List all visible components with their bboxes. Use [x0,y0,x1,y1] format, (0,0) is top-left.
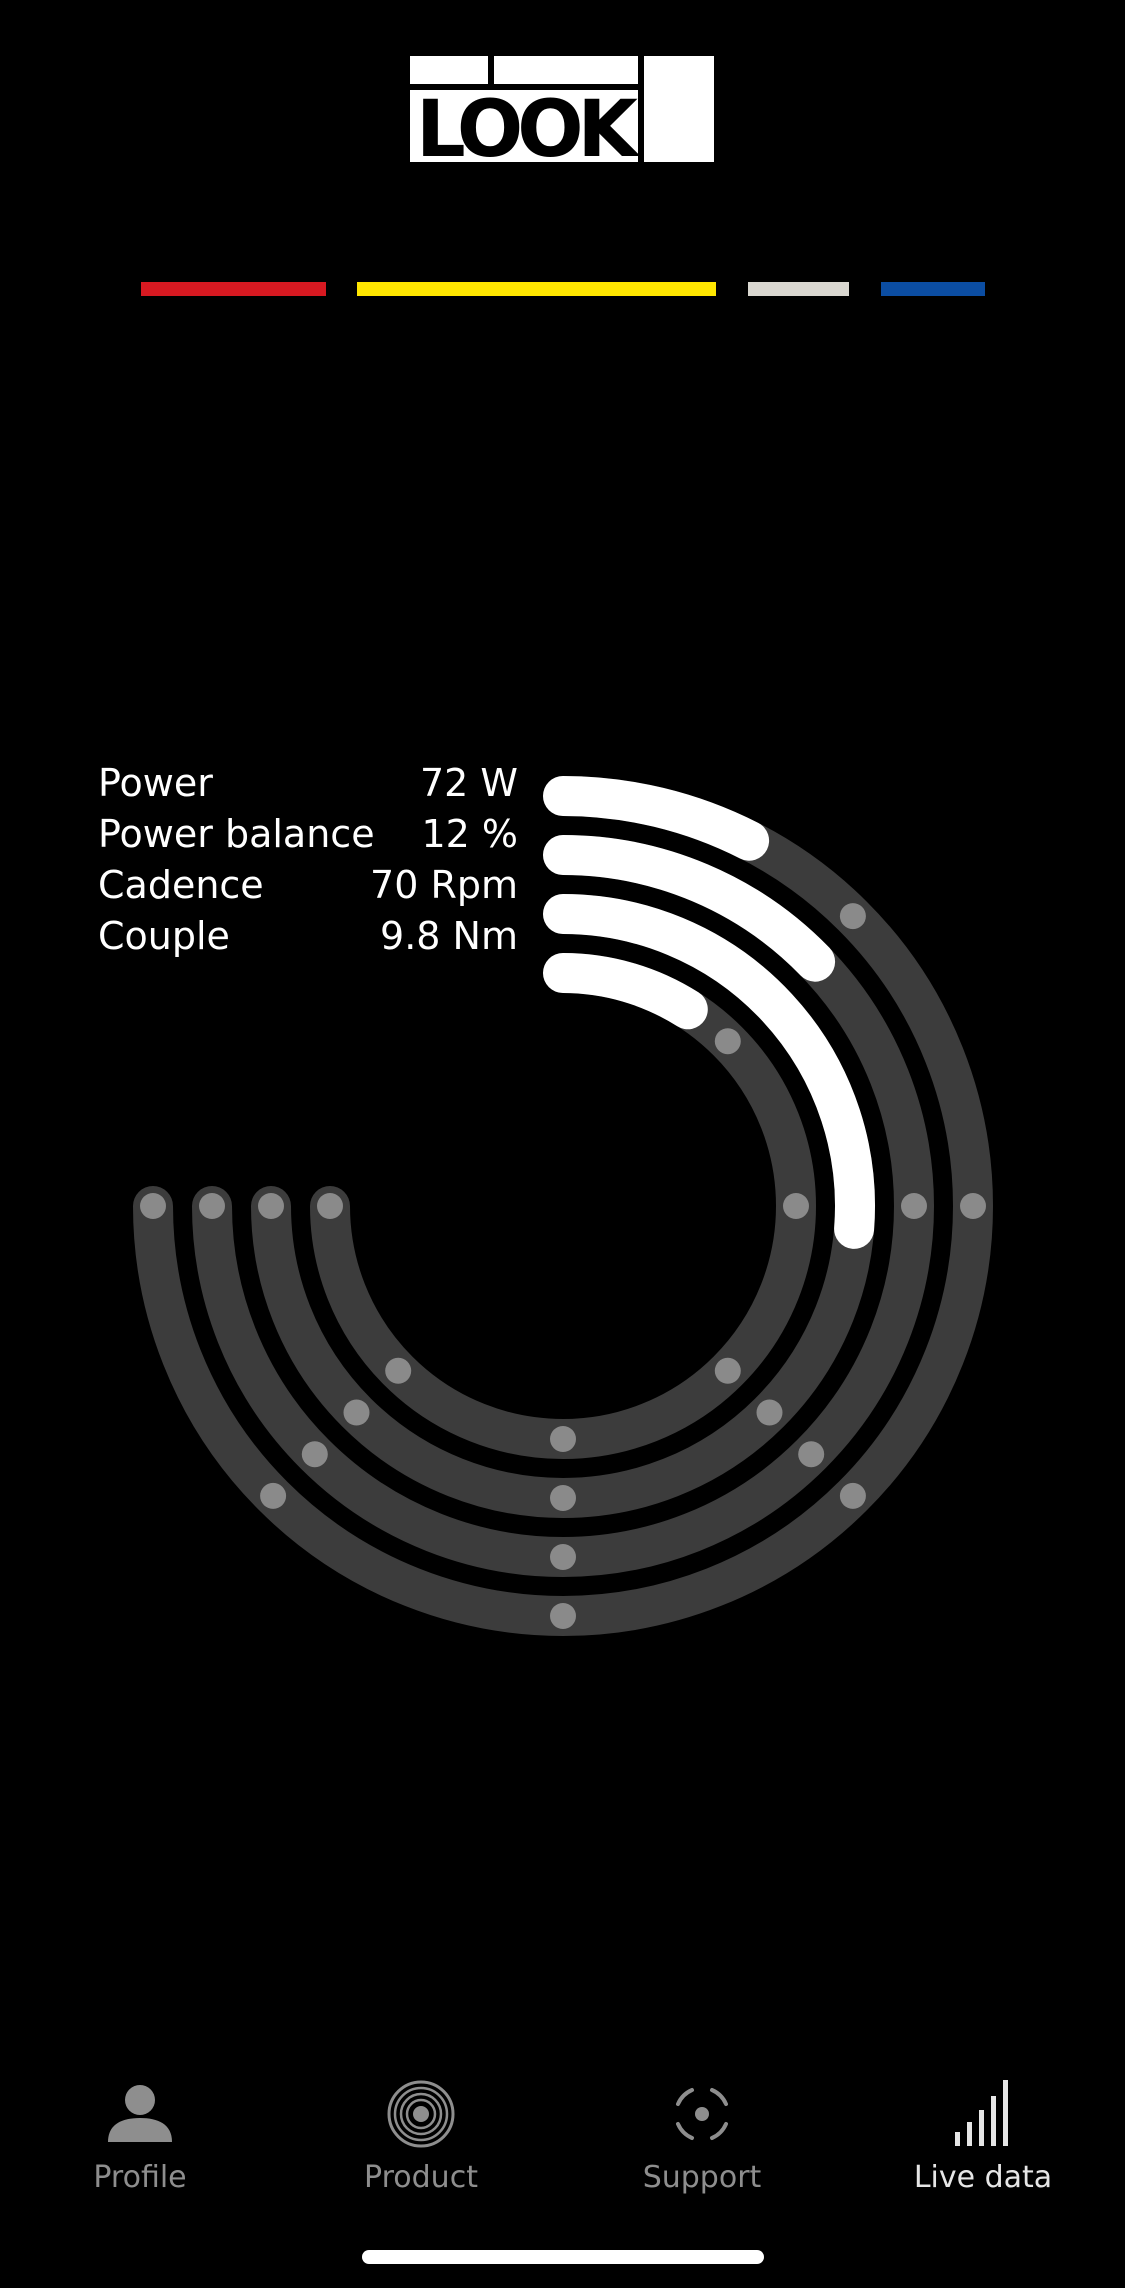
gauge-tick [756,986,783,1013]
brand-wordmark: LOOK [416,85,641,164]
gauge-tick [783,1193,809,1219]
person-icon [108,2085,172,2142]
metric-label: Cadence [98,863,264,907]
gauge-tick [301,1441,328,1468]
gauge-tick [798,1441,825,1468]
metric-label: Power balance [98,812,375,856]
metric-row-couple: Couple 9.8 Nm [98,911,518,962]
gauge-tick [798,944,825,971]
tab-label: Support [642,2160,762,2195]
disc-icon [387,2080,455,2148]
gauge-tick [550,1485,576,1511]
tab-bar: Profile Product Support Live data [0,2060,1125,2210]
tab-support[interactable]: Support [592,2060,812,2210]
gauge-tick [756,1399,783,1426]
gauge-tick [901,1193,927,1219]
look-logo: LOOK [410,56,714,164]
metric-row-power: Power 72 W [98,758,518,809]
metric-label: Couple [98,914,230,958]
gauge-tick [714,1028,741,1055]
signal-bars-icon [955,2080,1008,2146]
color-bar-white [748,282,849,296]
gauge-tick [140,1193,166,1219]
gauge-tick [385,1357,412,1384]
home-indicator[interactable] [362,2250,764,2264]
target-icon [676,2088,728,2140]
gauge-tick [839,1482,866,1509]
gauge-tick [199,1193,225,1219]
gauge-tick [550,1603,576,1629]
tab-product[interactable]: Product [311,2060,531,2210]
gauge-tick [839,903,866,930]
gauge-tick [343,1399,370,1426]
gauge-track-2 [251,894,875,1518]
tab-label: Product [364,2160,478,2195]
gauge-tick [317,1193,343,1219]
gauge-tick [258,1193,284,1219]
metric-value: 72 W [419,761,518,805]
gauge-progress-power-balance [543,835,836,982]
gauge-tick [960,1193,986,1219]
metric-value: 9.8 Nm [380,914,518,958]
live-data-radial-gauge [133,776,993,1636]
gauge-progress-couple [543,953,708,1030]
gauge-tick [714,1357,741,1384]
tab-live-data[interactable]: Live data [873,2060,1093,2210]
gauge-track-3 [310,953,816,1459]
gauge-tick [260,1482,287,1509]
gauge-progress-power [543,776,770,861]
metric-row-cadence: Cadence 70 Rpm [98,860,518,911]
metric-row-power-balance: Power balance 12 % [98,809,518,860]
color-bar-blue [881,282,985,296]
metric-label: Power [98,761,213,805]
metric-value: 70 Rpm [370,863,518,907]
tab-label: Profile [93,2160,187,2195]
gauge-tick [550,1426,576,1452]
color-stripe [0,282,1125,298]
gauge-progress-cadence [543,894,875,1249]
color-bar-yellow [357,282,716,296]
color-bar-red [141,282,326,296]
gauge-tick [842,1193,868,1219]
metrics-list: Power 72 W Power balance 12 % Cadence 70… [98,758,518,962]
tab-profile[interactable]: Profile [30,2060,250,2210]
gauge-tick [550,1544,576,1570]
metric-value: 12 % [421,812,518,856]
tab-label: Live data [913,2160,1053,2195]
